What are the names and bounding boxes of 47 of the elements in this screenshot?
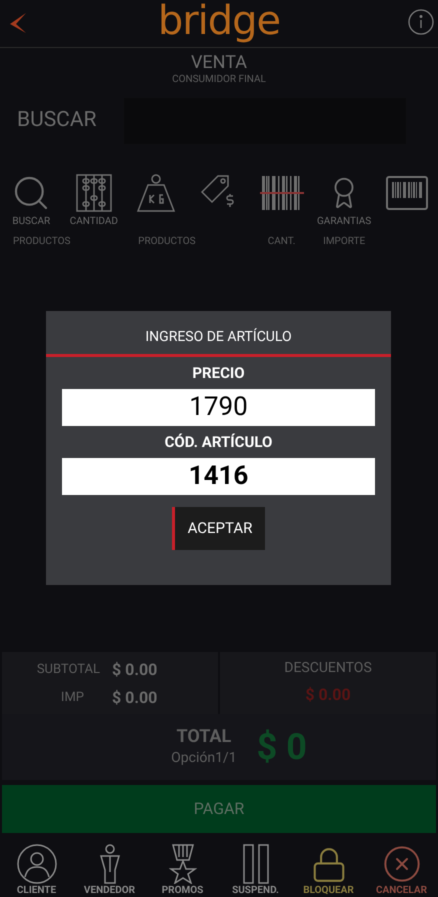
nav-item[interactable]: CLIENTE (0, 839, 73, 897)
subtotal-amount: $ 0.00 (112, 659, 158, 681)
nav-label: CLIENTE (16, 886, 56, 896)
barcode-icon (386, 176, 428, 210)
dialog-title: INGRESO DE ARTÍCULO (145, 327, 292, 347)
tool-group-label: PRODUCTOS (138, 235, 196, 249)
abacus-icon (76, 174, 112, 212)
tool-caption[interactable]: CANTIDAD (70, 217, 118, 227)
tax-label: IMP (60, 689, 85, 708)
total-label: TOTAL (176, 726, 232, 748)
nav-label: BLOQUEAR (303, 886, 354, 896)
discounts-amount: $ 0.00 (305, 684, 351, 706)
field-label: CÓD. ARTÍCULO (164, 432, 272, 452)
info-icon[interactable] (408, 9, 434, 35)
nav-item[interactable]: PROMOS (146, 839, 219, 897)
person-tie-icon (98, 844, 122, 884)
nav-label: CANCELAR (376, 886, 428, 896)
customer-name: CONSUMIDOR FINAL (172, 74, 266, 86)
input-field[interactable]: 1790 (62, 389, 375, 426)
user-icon (16, 844, 56, 884)
tool-group-label: PRODUCTOS (13, 235, 70, 249)
nav-label: PROMOS (162, 886, 204, 896)
weight-icon (136, 173, 176, 213)
subtotal-label: SUBTOTAL (36, 661, 101, 680)
screen-title: VENTA (190, 52, 248, 74)
medal-icon (168, 844, 196, 884)
option-label: Opción1/1 (171, 748, 237, 768)
nav-item[interactable]: VENDEDOR (73, 839, 146, 897)
nav-item[interactable]: CANCELAR (365, 839, 438, 897)
accept-button[interactable]: ACEPTAR (172, 507, 266, 550)
tool-caption[interactable]: GARANTIAS (317, 217, 372, 227)
nav-label: VENDEDOR (84, 886, 136, 896)
field-label: PRECIO (192, 363, 245, 383)
pause-icon (242, 844, 268, 884)
nav-item[interactable]: BLOQUEAR (292, 839, 365, 897)
nav-label: SUSPEND. (232, 886, 279, 896)
barcode-scan-icon (260, 175, 304, 211)
tool-group-label: IMPORTE (323, 235, 366, 249)
app-logo: bridge (158, 0, 280, 40)
tool-caption[interactable]: BUSCAR (12, 217, 50, 227)
tax-amount: $ 0.00 (112, 687, 158, 709)
nav-item[interactable]: SUSPEND. (219, 839, 292, 897)
input-field[interactable]: 1416 (62, 458, 375, 495)
search-label: BUSCAR (16, 107, 98, 134)
discounts-label: DESCUENTOS (284, 659, 372, 678)
close-icon (382, 844, 422, 884)
tool-group-label: CANT. (268, 235, 296, 249)
